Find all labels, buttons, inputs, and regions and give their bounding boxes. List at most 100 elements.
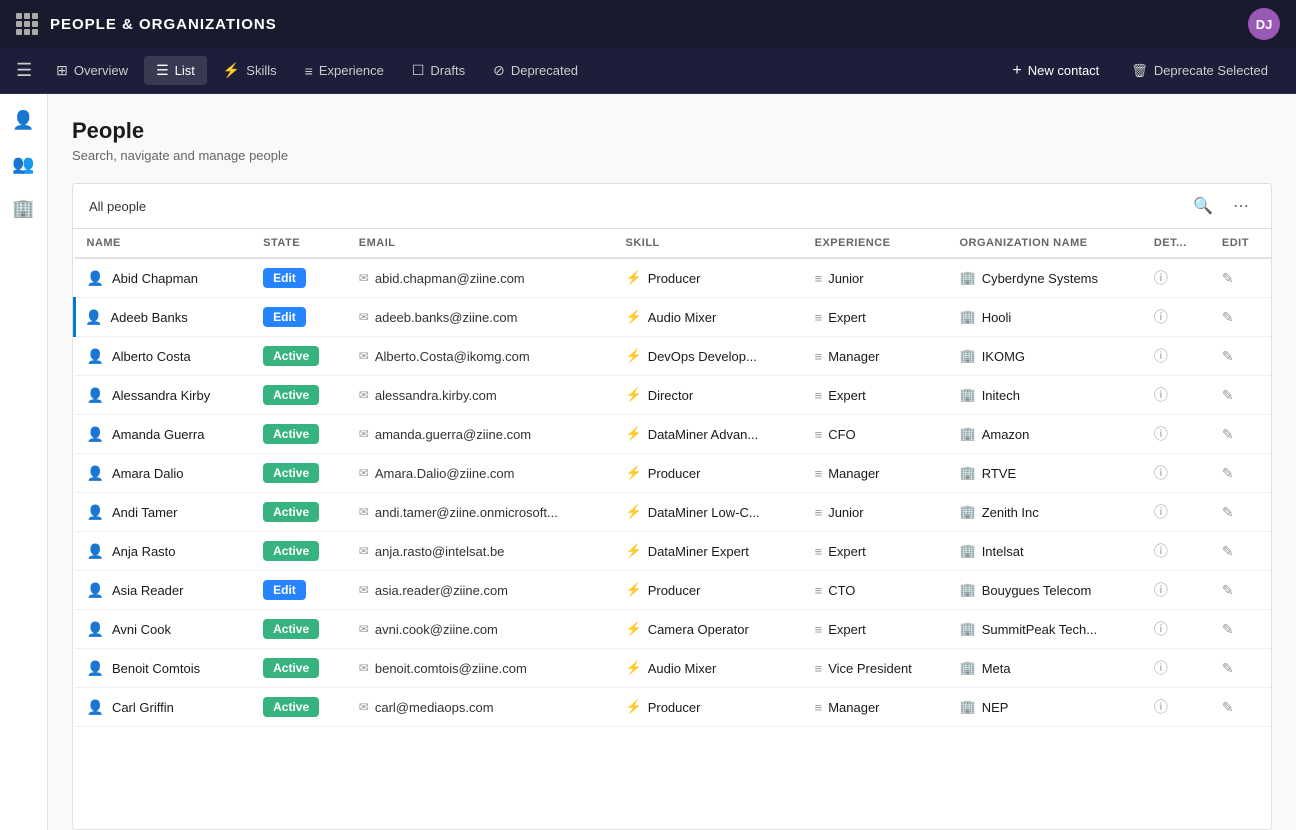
cell-state[interactable]: Active xyxy=(251,532,347,571)
details-icon[interactable]: ⓘ xyxy=(1154,348,1168,364)
cell-details[interactable]: ⓘ xyxy=(1142,571,1210,610)
cell-state[interactable]: Active xyxy=(251,454,347,493)
edit-icon[interactable]: ✎ xyxy=(1222,621,1234,637)
cell-edit[interactable]: ✎ xyxy=(1210,258,1271,298)
cell-details[interactable]: ⓘ xyxy=(1142,688,1210,727)
cell-name: 👤 Alessandra Kirby xyxy=(75,376,252,415)
edit-icon[interactable]: ✎ xyxy=(1222,348,1234,364)
state-badge[interactable]: Active xyxy=(263,463,319,483)
details-icon[interactable]: ⓘ xyxy=(1154,660,1168,676)
state-badge[interactable]: Edit xyxy=(263,268,306,288)
sidebar-icon-person[interactable]: 👤 xyxy=(6,102,42,138)
cell-details[interactable]: ⓘ xyxy=(1142,532,1210,571)
cell-state[interactable]: Active xyxy=(251,337,347,376)
details-icon[interactable]: ⓘ xyxy=(1154,621,1168,637)
new-contact-button[interactable]: + New contact xyxy=(1000,56,1111,86)
cell-details[interactable]: ⓘ xyxy=(1142,415,1210,454)
state-badge[interactable]: Active xyxy=(263,619,319,639)
cell-experience: ≡ Manager xyxy=(803,337,948,376)
state-badge[interactable]: Active xyxy=(263,424,319,444)
cell-details[interactable]: ⓘ xyxy=(1142,376,1210,415)
cell-edit[interactable]: ✎ xyxy=(1210,337,1271,376)
cell-name: 👤 Carl Griffin xyxy=(75,688,252,727)
state-badge[interactable]: Active xyxy=(263,697,319,717)
person-name: Benoit Comtois xyxy=(112,661,200,676)
cell-details[interactable]: ⓘ xyxy=(1142,649,1210,688)
tab-overview[interactable]: ⊞ Overview xyxy=(44,56,140,85)
tab-skills[interactable]: ⚡ Skills xyxy=(211,56,289,85)
search-button[interactable]: 🔍 xyxy=(1187,194,1219,218)
details-icon[interactable]: ⓘ xyxy=(1154,270,1168,286)
tab-experience[interactable]: ≡ Experience xyxy=(293,57,396,85)
cell-skill: ⚡ Producer xyxy=(614,571,803,610)
cell-edit[interactable]: ✎ xyxy=(1210,298,1271,337)
tab-list[interactable]: ☰ List xyxy=(144,56,207,85)
state-badge[interactable]: Edit xyxy=(263,580,306,600)
cell-edit[interactable]: ✎ xyxy=(1210,532,1271,571)
edit-icon[interactable]: ✎ xyxy=(1222,270,1234,286)
deprecate-selected-button[interactable]: 🗑 Deprecate Selected xyxy=(1119,57,1280,85)
cell-state[interactable]: Active xyxy=(251,649,347,688)
cell-details[interactable]: ⓘ xyxy=(1142,258,1210,298)
skill-value: DataMiner Expert xyxy=(648,544,749,559)
state-badge[interactable]: Edit xyxy=(263,307,306,327)
cell-state[interactable]: Active xyxy=(251,688,347,727)
more-options-button[interactable]: ⋯ xyxy=(1227,194,1255,218)
cell-state[interactable]: Active xyxy=(251,610,347,649)
edit-icon[interactable]: ✎ xyxy=(1222,582,1234,598)
cell-edit[interactable]: ✎ xyxy=(1210,454,1271,493)
cell-edit[interactable]: ✎ xyxy=(1210,610,1271,649)
hamburger-icon[interactable]: ☰ xyxy=(16,60,32,81)
details-icon[interactable]: ⓘ xyxy=(1154,582,1168,598)
skill-icon: ⚡ xyxy=(626,660,642,676)
tab-deprecated[interactable]: ⊘ Deprecated xyxy=(481,56,590,85)
cell-email: ✉ asia.reader@ziine.com xyxy=(347,571,614,610)
edit-icon[interactable]: ✎ xyxy=(1222,699,1234,715)
cell-edit[interactable]: ✎ xyxy=(1210,571,1271,610)
details-icon[interactable]: ⓘ xyxy=(1154,699,1168,715)
sidebar-icon-group[interactable]: 👥 xyxy=(6,146,42,182)
cell-details[interactable]: ⓘ xyxy=(1142,493,1210,532)
cell-state[interactable]: Active xyxy=(251,376,347,415)
org-value: Bouygues Telecom xyxy=(982,583,1092,598)
cell-state[interactable]: Active xyxy=(251,415,347,454)
details-icon[interactable]: ⓘ xyxy=(1154,387,1168,403)
person-icon: 👤 xyxy=(87,465,104,482)
details-icon[interactable]: ⓘ xyxy=(1154,426,1168,442)
cell-state[interactable]: Edit xyxy=(251,258,347,298)
cell-details[interactable]: ⓘ xyxy=(1142,610,1210,649)
user-avatar[interactable]: DJ xyxy=(1248,8,1280,40)
state-badge[interactable]: Active xyxy=(263,385,319,405)
details-icon[interactable]: ⓘ xyxy=(1154,309,1168,325)
tab-drafts[interactable]: ☐ Drafts xyxy=(400,56,477,85)
details-icon[interactable]: ⓘ xyxy=(1154,465,1168,481)
edit-icon[interactable]: ✎ xyxy=(1222,543,1234,559)
state-badge[interactable]: Active xyxy=(263,502,319,522)
cell-details[interactable]: ⓘ xyxy=(1142,337,1210,376)
edit-icon[interactable]: ✎ xyxy=(1222,465,1234,481)
cell-edit[interactable]: ✎ xyxy=(1210,688,1271,727)
grid-menu-icon[interactable] xyxy=(16,13,38,35)
edit-icon[interactable]: ✎ xyxy=(1222,387,1234,403)
cell-edit[interactable]: ✎ xyxy=(1210,415,1271,454)
edit-icon[interactable]: ✎ xyxy=(1222,426,1234,442)
details-icon[interactable]: ⓘ xyxy=(1154,504,1168,520)
details-icon[interactable]: ⓘ xyxy=(1154,543,1168,559)
cell-state[interactable]: Active xyxy=(251,493,347,532)
state-badge[interactable]: Active xyxy=(263,541,319,561)
cell-details[interactable]: ⓘ xyxy=(1142,298,1210,337)
state-badge[interactable]: Active xyxy=(263,658,319,678)
edit-icon[interactable]: ✎ xyxy=(1222,660,1234,676)
cell-email: ✉ anja.rasto@intelsat.be xyxy=(347,532,614,571)
sidebar-icon-building[interactable]: 🏢 xyxy=(6,190,42,226)
col-skill: SKILL xyxy=(614,229,803,258)
cell-state[interactable]: Edit xyxy=(251,571,347,610)
edit-icon[interactable]: ✎ xyxy=(1222,504,1234,520)
cell-state[interactable]: Edit xyxy=(251,298,347,337)
edit-icon[interactable]: ✎ xyxy=(1222,309,1234,325)
state-badge[interactable]: Active xyxy=(263,346,319,366)
cell-edit[interactable]: ✎ xyxy=(1210,649,1271,688)
cell-edit[interactable]: ✎ xyxy=(1210,376,1271,415)
cell-details[interactable]: ⓘ xyxy=(1142,454,1210,493)
cell-edit[interactable]: ✎ xyxy=(1210,493,1271,532)
